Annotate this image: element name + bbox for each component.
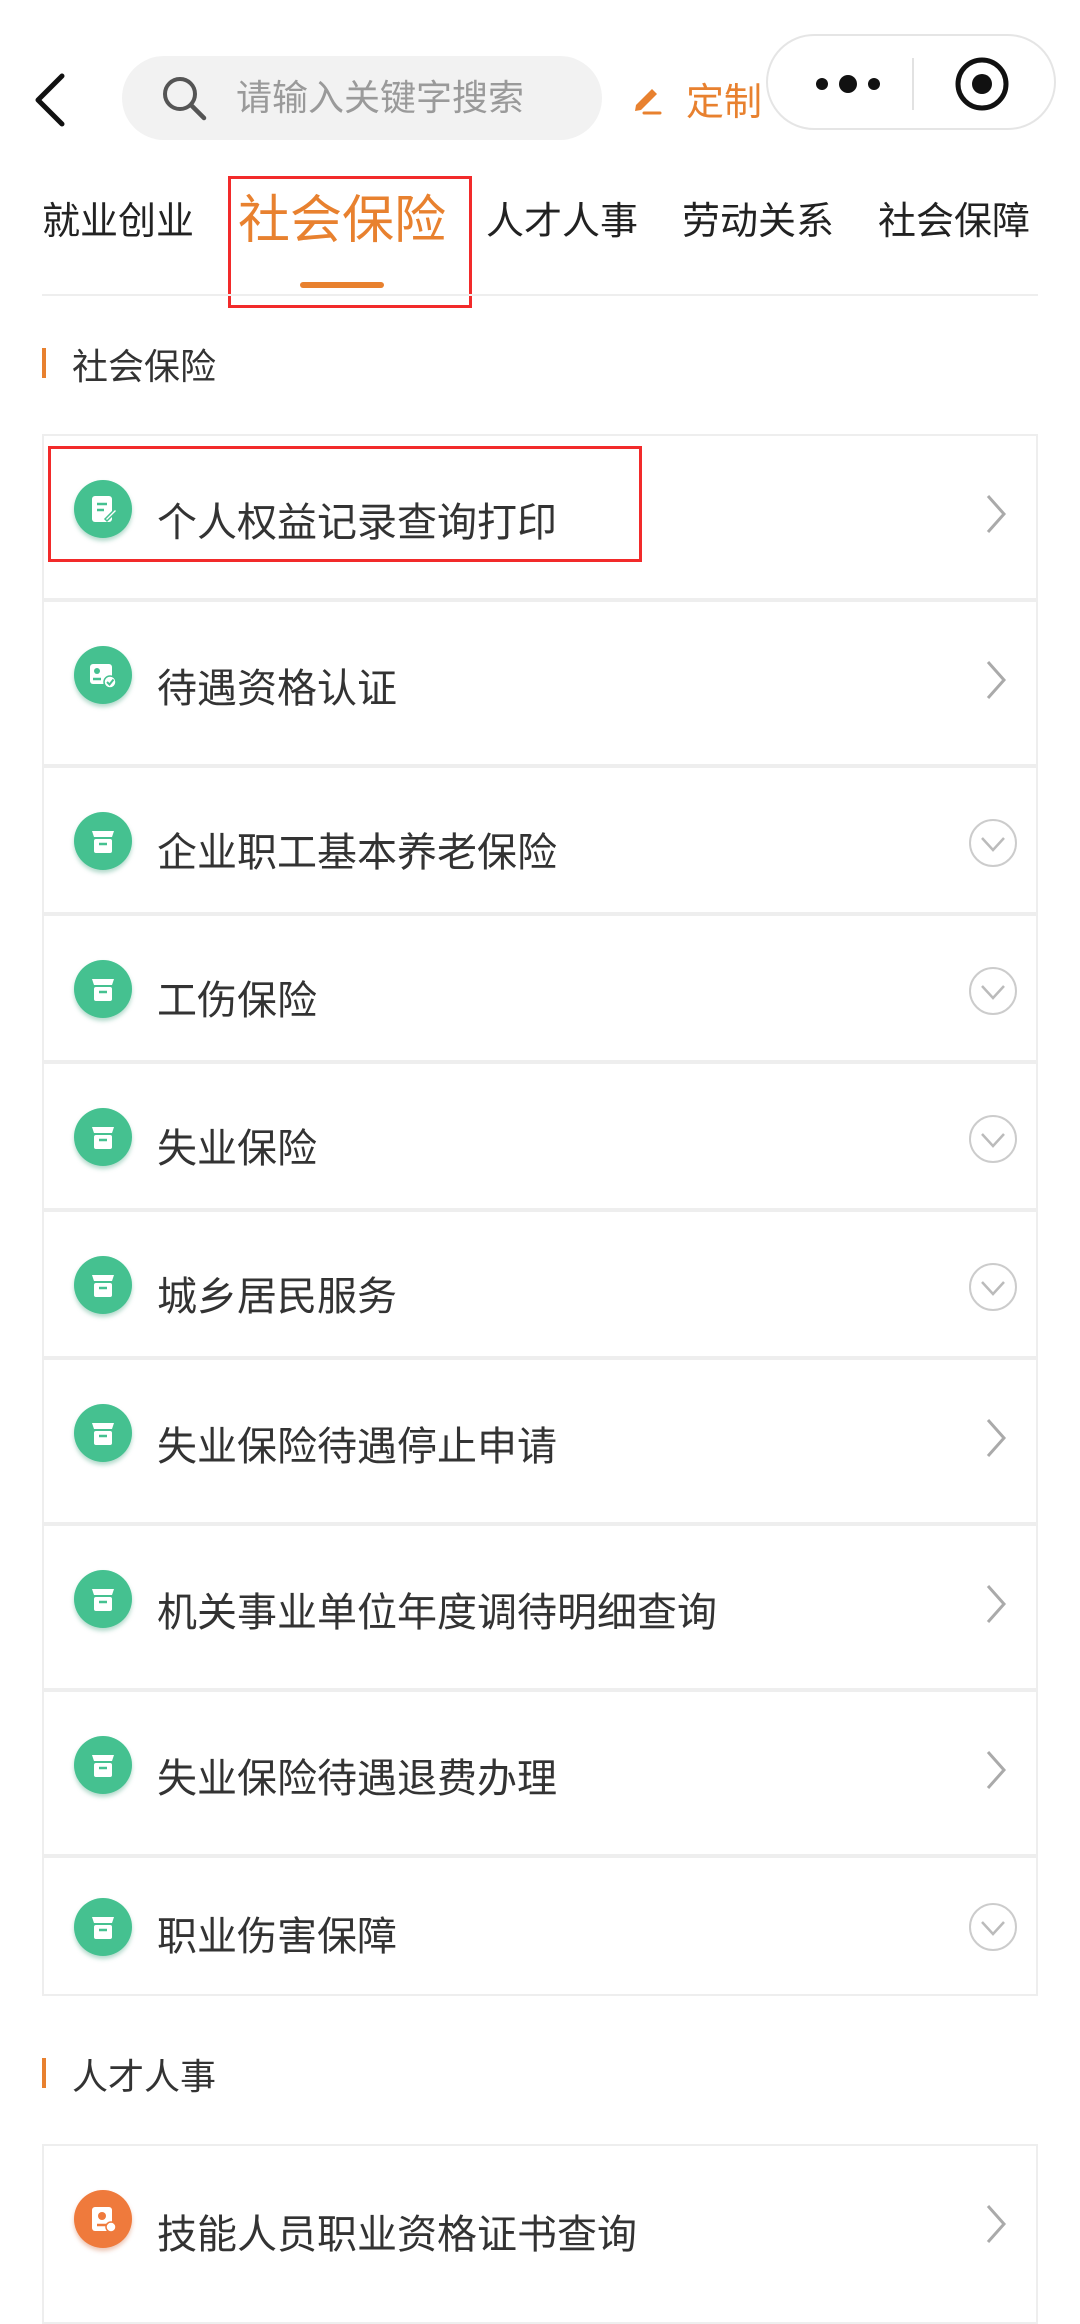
list-item-label: 失业保险待遇停止申请	[157, 1424, 557, 1470]
list-item-unemployment-refund[interactable]: 失业保险待遇退费办理	[42, 1690, 1038, 1856]
list-item-label: 城乡居民服务	[157, 1274, 397, 1320]
box-icon	[74, 1570, 132, 1628]
back-icon[interactable]	[26, 70, 76, 130]
chevron-right-icon	[986, 661, 1007, 699]
list-item-urban-rural-services[interactable]: 城乡居民服务	[42, 1210, 1038, 1358]
certificate-icon	[74, 2190, 132, 2248]
list-item-label: 职业伤害保障	[157, 1914, 397, 1960]
tab-social-security[interactable]: 社会保障	[878, 190, 1030, 245]
search-input[interactable]	[234, 72, 574, 124]
search-bar[interactable]	[122, 56, 602, 140]
chevron-right-icon	[986, 1419, 1007, 1457]
list-item-unemployment[interactable]: 失业保险	[42, 1062, 1038, 1210]
list-item-label: 机关事业单位年度调待明细查询	[157, 1590, 717, 1636]
list-item-work-injury[interactable]: 工伤保险	[42, 914, 1038, 1062]
search-icon	[163, 77, 207, 121]
list-item-label: 待遇资格认证	[157, 666, 397, 712]
box-icon	[74, 1898, 132, 1956]
customize-button[interactable]: 定制	[630, 66, 762, 130]
capsule-divider	[912, 58, 914, 110]
box-icon	[74, 812, 132, 870]
tabs-divider	[42, 294, 1038, 296]
close-target-icon[interactable]	[954, 56, 1010, 112]
list-item-label: 失业保险	[157, 1126, 317, 1172]
list-item-label: 工伤保险	[157, 978, 317, 1024]
list-item-occupational-injury[interactable]: 职业伤害保障	[42, 1856, 1038, 1996]
more-icon[interactable]	[808, 64, 888, 104]
list-item-unemployment-stop-request[interactable]: 失业保险待遇停止申请	[42, 1358, 1038, 1524]
highlight-box-active-tab	[228, 176, 472, 308]
box-icon	[74, 1256, 132, 1314]
tab-labor-relations[interactable]: 劳动关系	[682, 190, 834, 245]
expand-circle-icon[interactable]	[968, 818, 1018, 868]
highlight-box-rights-record	[48, 446, 642, 562]
list-item-label: 技能人员职业资格证书查询	[157, 2212, 637, 2258]
customize-label: 定制	[686, 79, 763, 124]
list-item-enterprise-pension[interactable]: 企业职工基本养老保险	[42, 766, 1038, 914]
expand-circle-icon[interactable]	[968, 1262, 1018, 1312]
section-marker	[42, 2058, 46, 2088]
pencil-icon	[635, 89, 662, 115]
category-tabs: 就业创业 社会保险 人才人事 劳动关系 社会保障	[0, 170, 1080, 296]
box-icon	[74, 1736, 132, 1794]
list-item-annual-adjustment-query[interactable]: 机关事业单位年度调待明细查询	[42, 1524, 1038, 1690]
id-card-check-icon	[74, 646, 132, 704]
section-title: 人才人事	[72, 2057, 217, 2098]
tab-employment[interactable]: 就业创业	[42, 190, 194, 245]
list-item-label: 失业保险待遇退费办理	[157, 1756, 557, 1802]
list-item-label: 企业职工基本养老保险	[157, 830, 557, 876]
box-icon	[74, 1404, 132, 1462]
chevron-right-icon	[986, 1585, 1007, 1623]
chevron-right-icon	[986, 495, 1007, 533]
box-icon	[74, 960, 132, 1018]
tab-talent-personnel[interactable]: 人才人事	[486, 190, 638, 245]
box-icon	[74, 1108, 132, 1166]
expand-circle-icon[interactable]	[968, 1902, 1018, 1952]
list-item-benefit-qualification[interactable]: 待遇资格认证	[42, 600, 1038, 766]
chevron-right-icon	[986, 1751, 1007, 1789]
mini-program-capsule	[766, 34, 1056, 130]
chevron-right-icon	[986, 2205, 1007, 2243]
list-item-skill-certificate-query[interactable]: 技能人员职业资格证书查询	[42, 2144, 1038, 2324]
expand-circle-icon[interactable]	[968, 1114, 1018, 1164]
section-marker	[42, 348, 46, 378]
section-title: 社会保险	[72, 347, 217, 388]
expand-circle-icon[interactable]	[968, 966, 1018, 1016]
